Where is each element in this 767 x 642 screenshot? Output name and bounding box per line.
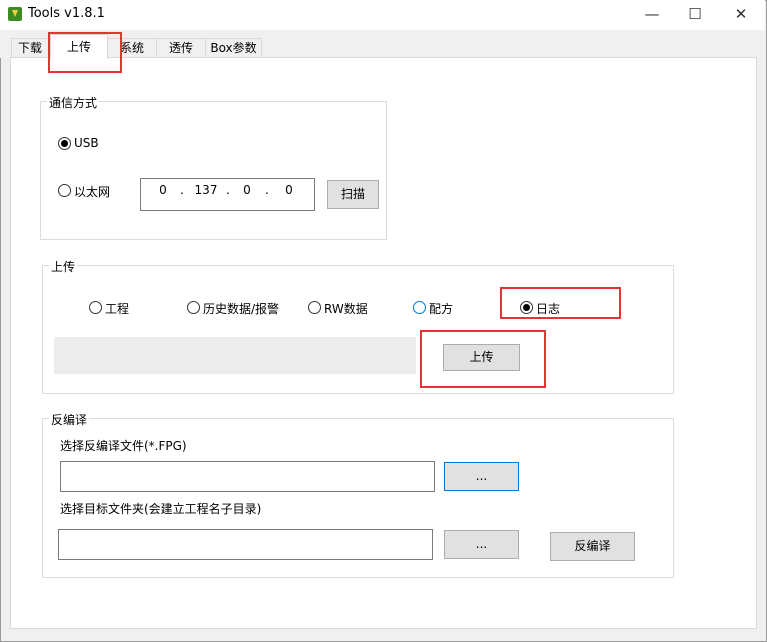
radio-recipe-label: 配方 — [429, 302, 454, 316]
minimize-button[interactable]: — — [629, 0, 675, 30]
highlight-upload-tab — [48, 32, 122, 73]
decompile-group-title: 反编译 — [49, 411, 90, 428]
ip-dot: . — [180, 183, 184, 197]
usb-radio[interactable] — [58, 137, 71, 150]
comm-group-title: 通信方式 — [47, 94, 100, 111]
ethernet-label: 以太网 — [74, 185, 111, 199]
upload-group-title: 上传 — [49, 258, 78, 275]
browse-file-button[interactable]: ... — [444, 462, 519, 491]
ip-dot: . — [265, 183, 269, 197]
ip-octet-1[interactable]: 0 — [158, 183, 168, 197]
window-title: Tools v1.8.1 — [28, 6, 105, 21]
highlight-upload-button — [420, 330, 546, 388]
upload-progress-bar — [54, 337, 416, 374]
radio-history-alarm-label: 历史数据/报警 — [203, 302, 280, 316]
upload-group — [42, 265, 674, 394]
maximize-button[interactable]: ☐ — [672, 0, 718, 30]
radio-project[interactable] — [89, 301, 102, 314]
target-folder-input[interactable] — [58, 529, 433, 560]
decompile-button[interactable]: 反编译 — [550, 532, 635, 561]
radio-history-alarm[interactable] — [187, 301, 200, 314]
radio-rw-data-label: RW数据 — [324, 302, 368, 316]
radio-project-label: 工程 — [105, 302, 130, 316]
ip-dot: . — [226, 183, 230, 197]
ip-octet-4[interactable]: 0 — [284, 183, 294, 197]
decompile-file-input[interactable] — [60, 461, 435, 492]
comm-group — [40, 101, 387, 240]
ip-octet-2[interactable]: 137 — [193, 183, 219, 197]
close-button[interactable]: ✕ — [718, 0, 764, 30]
app-icon — [8, 7, 22, 21]
tab-download[interactable]: 下载 — [11, 38, 49, 58]
browse-folder-button[interactable]: ... — [444, 530, 519, 559]
ethernet-radio[interactable] — [58, 184, 71, 197]
radio-rw-data[interactable] — [308, 301, 321, 314]
tab-box-params[interactable]: Box参数 — [205, 38, 262, 58]
target-folder-label: 选择目标文件夹(会建立工程名子目录) — [60, 502, 262, 516]
radio-recipe[interactable] — [413, 301, 426, 314]
usb-label: USB — [74, 136, 99, 150]
tab-passthrough[interactable]: 透传 — [156, 38, 206, 58]
decompile-file-label: 选择反编译文件(*.FPG) — [60, 439, 187, 453]
ip-octet-3[interactable]: 0 — [242, 183, 252, 197]
highlight-log-option — [500, 287, 621, 319]
scan-button[interactable]: 扫描 — [327, 180, 379, 209]
